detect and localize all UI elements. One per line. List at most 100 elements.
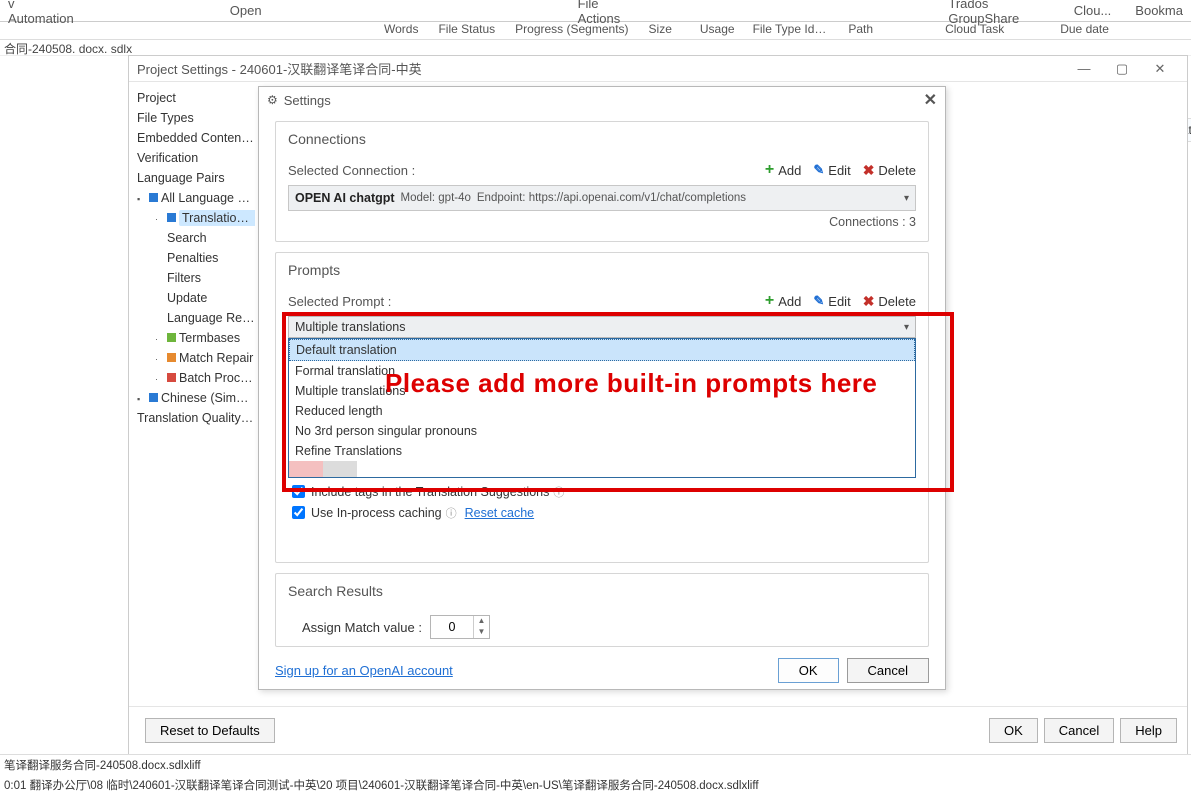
prompts-legend: Prompts: [284, 262, 344, 278]
tree-filters[interactable]: Filters: [137, 268, 255, 288]
inprocess-caching-label: Use In-process caching: [311, 506, 442, 520]
col-cloud-task: Cloud Task: [941, 22, 1008, 39]
info-icon: ⓘ: [553, 484, 564, 500]
settings-cancel-button[interactable]: Cancel: [847, 658, 929, 683]
menu-cloud[interactable]: Clou...: [1066, 3, 1120, 18]
col-words: Words: [380, 22, 422, 39]
main-menu-bar: v Automation Open File Actions Trados Gr…: [0, 0, 1191, 22]
chevron-down-icon: ▾: [904, 193, 909, 204]
ps-help-button[interactable]: Help: [1120, 718, 1177, 743]
settings-tree[interactable]: Project File Types Embedded Content Pr V…: [129, 82, 259, 706]
col-filetypeid: File Type Id…: [749, 22, 831, 39]
prompt-option[interactable]: Default translation: [289, 339, 915, 361]
col-usage: Usage: [696, 22, 739, 39]
ps-cancel-button[interactable]: Cancel: [1044, 718, 1114, 743]
info-icon: ⓘ: [446, 505, 457, 521]
prompt-dropdown-list[interactable]: Default translation Formal translation M…: [288, 338, 916, 478]
col-path: Path: [844, 22, 877, 39]
menu-automation[interactable]: v Automation: [0, 0, 82, 26]
prompt-color-swatch: [289, 461, 323, 477]
tree-verification[interactable]: Verification: [137, 148, 255, 168]
tree-termbases[interactable]: ·Termbases: [137, 328, 255, 348]
col-progress: Progress (Segments): [511, 22, 632, 39]
prompt-option[interactable]: Reduced length: [289, 401, 915, 421]
connections-group: Connections Selected Connection : +Add ✎…: [275, 121, 929, 242]
pencil-icon: ✎: [813, 293, 824, 309]
include-tags-checkbox[interactable]: [292, 485, 305, 498]
connection-delete-button[interactable]: ✖Delete: [863, 162, 916, 179]
connection-add-button[interactable]: +Add: [765, 161, 801, 179]
prompt-color-swatch: [323, 461, 357, 477]
connection-combo[interactable]: OPEN AI chatgpt Model: gpt-4o Endpoint: …: [288, 185, 916, 211]
prompt-option[interactable]: Formal translation: [289, 361, 915, 381]
tree-batch-processing[interactable]: ·Batch Processing: [137, 368, 255, 388]
search-results-group: Search Results Assign Match value : ▲▼: [275, 573, 929, 647]
col-file-status: File Status: [434, 22, 499, 39]
plus-icon: +: [765, 161, 774, 179]
tree-chinese-simplified[interactable]: ▪Chinese (Simplified,: [137, 388, 255, 408]
selected-connection-label: Selected Connection :: [288, 163, 415, 178]
prompt-selected-text: Multiple translations: [295, 320, 405, 334]
minimize-button[interactable]: —: [1065, 57, 1103, 81]
match-value-input[interactable]: [431, 616, 473, 638]
connection-edit-button[interactable]: ✎Edit: [813, 162, 850, 178]
close-button[interactable]: ✕: [1141, 57, 1179, 81]
file-row[interactable]: 合同-240508. docx. sdlx: [0, 40, 1191, 56]
connections-legend: Connections: [284, 131, 370, 147]
prompt-option[interactable]: Refine Translations: [289, 441, 915, 461]
status-line-filename: 笔译翻译服务合同-240508.docx.sdlxliff: [0, 754, 1191, 775]
prompt-option[interactable]: No 3rd person singular pronouns: [289, 421, 915, 441]
tree-all-language-pairs[interactable]: ▪All Language Pairs: [137, 188, 255, 208]
assign-match-label: Assign Match value :: [302, 620, 422, 635]
prompt-add-button[interactable]: +Add: [765, 292, 801, 310]
prompt-edit-button[interactable]: ✎Edit: [813, 293, 850, 309]
tree-penalties[interactable]: Penalties: [137, 248, 255, 268]
prompt-combo[interactable]: Multiple translations ▾: [288, 316, 916, 338]
prompt-delete-button[interactable]: ✖Delete: [863, 293, 916, 310]
maximize-button[interactable]: ▢: [1103, 57, 1141, 81]
chevron-down-icon[interactable]: ▼: [474, 627, 489, 638]
tree-update[interactable]: Update: [137, 288, 255, 308]
pencil-icon: ✎: [813, 162, 824, 178]
inprocess-caching-checkbox[interactable]: [292, 506, 305, 519]
delete-icon: ✖: [863, 293, 875, 310]
col-due-date: Due date: [1056, 22, 1113, 39]
ps-ok-button[interactable]: OK: [989, 718, 1038, 743]
tree-search[interactable]: Search: [137, 228, 255, 248]
chevron-up-icon[interactable]: ▲: [474, 616, 489, 627]
tree-embedded-content[interactable]: Embedded Content Pr: [137, 128, 255, 148]
settings-close-button[interactable]: ✕: [924, 90, 937, 110]
col-size: Size: [645, 22, 676, 39]
tree-project[interactable]: Project: [137, 88, 255, 108]
settings-dialog-title: Settings: [284, 93, 331, 108]
prompts-group: Prompts Selected Prompt : +Add ✎Edit ✖De…: [275, 252, 929, 563]
tree-file-types[interactable]: File Types: [137, 108, 255, 128]
prompt-color-swatch: [357, 461, 391, 477]
settings-ok-button[interactable]: OK: [778, 658, 839, 683]
settings-dialog: ⚙ Settings ✕ Connections Selected Connec…: [258, 86, 946, 690]
tree-language-resources[interactable]: Language Resourc: [137, 308, 255, 328]
gear-icon: ⚙: [267, 93, 278, 107]
menu-open[interactable]: Open: [222, 3, 270, 18]
selected-prompt-label: Selected Prompt :: [288, 294, 391, 309]
status-line-path: 0:01 翻译办公厅\08 临时\240601-汉联翻译笔译合同测试-中英\20…: [0, 775, 1191, 795]
delete-icon: ✖: [863, 162, 875, 179]
match-value-spinner[interactable]: ▲▼: [430, 615, 490, 639]
reset-defaults-button[interactable]: Reset to Defaults: [145, 718, 275, 743]
tree-language-pairs[interactable]: Language Pairs: [137, 168, 255, 188]
project-settings-title: Project Settings - 240601-汉联翻译笔译合同-中英: [137, 59, 422, 78]
project-settings-titlebar: Project Settings - 240601-汉联翻译笔译合同-中英 — …: [129, 56, 1187, 82]
signup-openai-link[interactable]: Sign up for an OpenAI account: [275, 663, 453, 678]
reset-cache-link[interactable]: Reset cache: [465, 506, 534, 520]
tree-match-repair[interactable]: ·Match Repair: [137, 348, 255, 368]
tree-tqa[interactable]: Translation Quality Ass: [137, 408, 255, 428]
prompt-option[interactable]: Multiple translations: [289, 381, 915, 401]
menu-bookmarks[interactable]: Bookma: [1127, 3, 1191, 18]
chevron-down-icon: ▾: [904, 322, 909, 333]
include-tags-label: Include tags in the Translation Suggesti…: [311, 485, 549, 499]
connections-count: Connections : 3: [288, 215, 916, 229]
tree-translation-memory[interactable]: ·Translation Memor: [137, 208, 255, 228]
status-bar: 笔译翻译服务合同-240508.docx.sdlxliff 0:01 翻译办公厅…: [0, 754, 1191, 795]
search-results-legend: Search Results: [284, 583, 387, 599]
connection-name: OPEN AI chatgpt: [295, 191, 395, 205]
